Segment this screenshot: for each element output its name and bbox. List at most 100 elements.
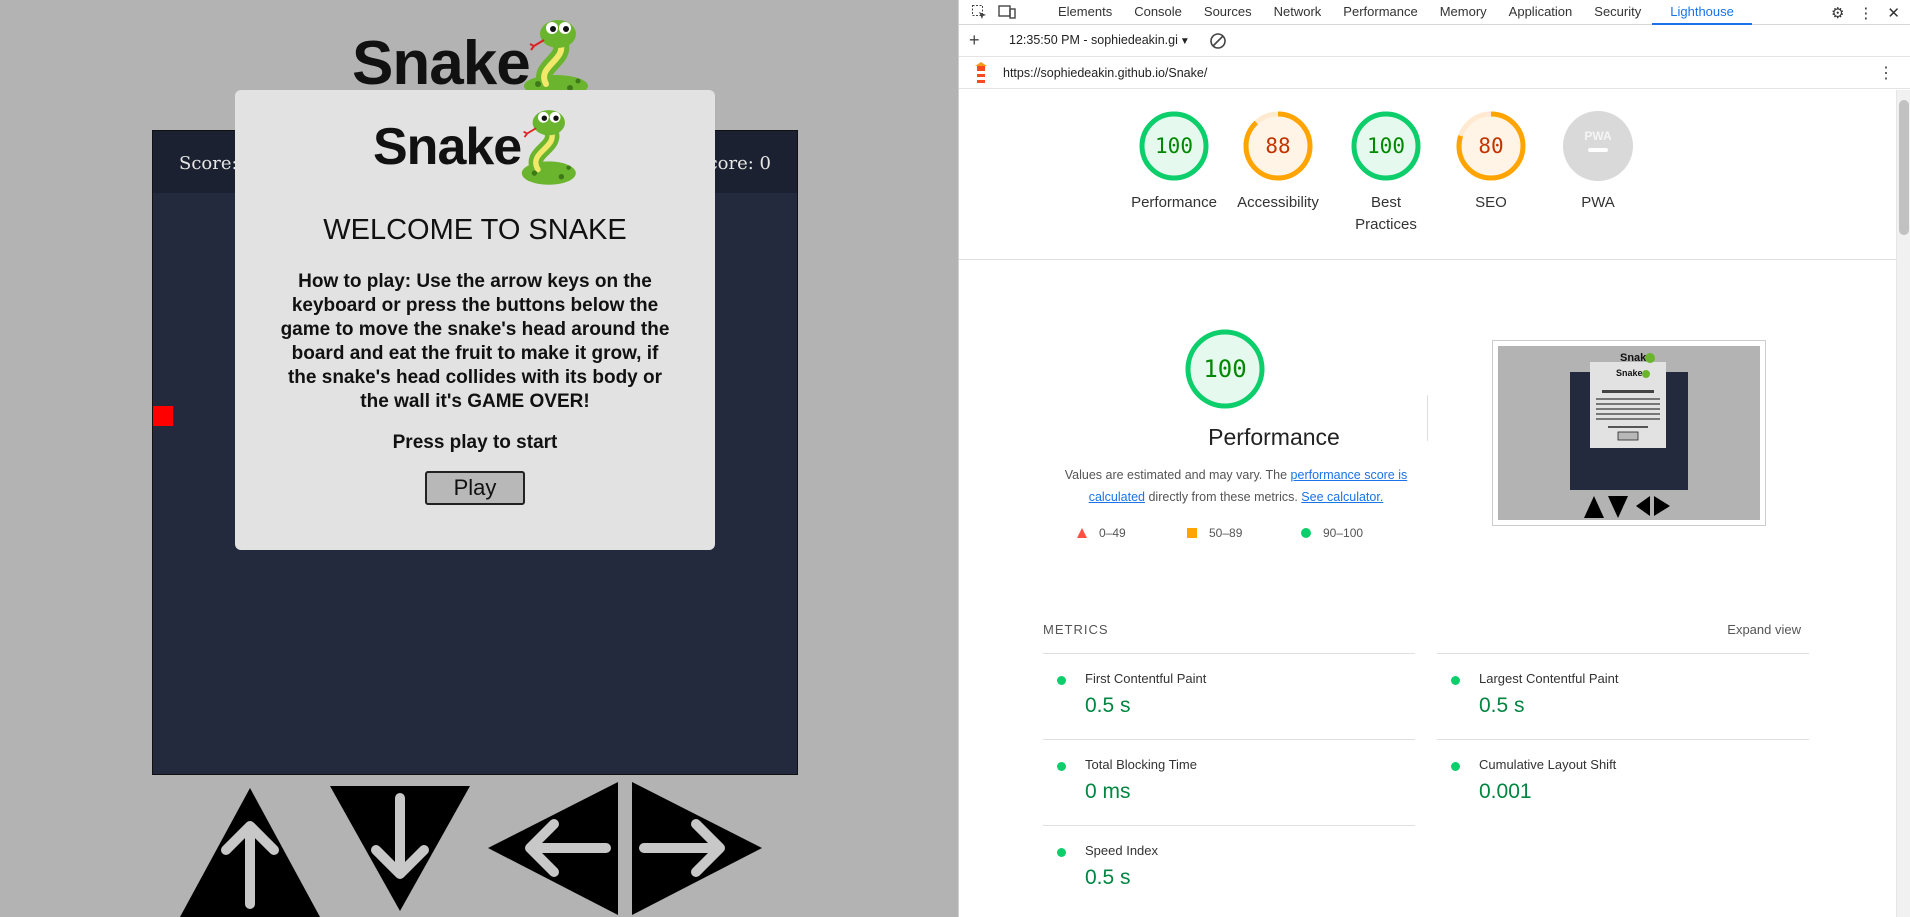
tab-performance[interactable]: Performance bbox=[1332, 0, 1428, 25]
metric-cumulative-layout-shift: Cumulative Layout Shift 0.001 bbox=[1437, 739, 1809, 825]
more-options-icon[interactable]: ⋮ bbox=[1858, 4, 1873, 22]
desc-text: directly from these metrics. bbox=[1145, 490, 1302, 504]
final-screenshot[interactable]: Snake Snake bbox=[1492, 340, 1766, 526]
close-devtools-icon[interactable]: ✕ bbox=[1887, 4, 1900, 22]
gauge-label: Accessibility bbox=[1237, 194, 1319, 211]
metric-speed-index: Speed Index 0.5 s bbox=[1043, 825, 1415, 911]
gauge-label: Performance bbox=[1131, 194, 1217, 211]
gauge-score: 100 bbox=[1367, 134, 1405, 158]
gauge-score: 88 bbox=[1265, 134, 1290, 158]
metric-name: First Contentful Paint bbox=[1085, 671, 1207, 686]
metric-value: 0.5 s bbox=[1085, 694, 1131, 717]
screenshot-image: Snake Snake bbox=[1498, 346, 1760, 520]
metric-name: Largest Contentful Paint bbox=[1479, 671, 1619, 686]
metric-name: Cumulative Layout Shift bbox=[1479, 757, 1617, 772]
screenshot-preview: Snake Snake bbox=[1498, 346, 1760, 520]
performance-title: Performance bbox=[1208, 424, 1340, 450]
modal-instructions: How to play: Use the arrow keys on the k… bbox=[280, 271, 670, 412]
metric-total-blocking-time: Total Blocking Time 0 ms bbox=[1043, 739, 1415, 825]
snake-mascot-icon bbox=[523, 20, 588, 97]
metric-value: 0.5 s bbox=[1085, 866, 1131, 889]
left-arrow-button[interactable] bbox=[486, 780, 618, 917]
pwa-badge-icon: PWA bbox=[1563, 111, 1633, 181]
pass-dot-icon bbox=[1057, 848, 1066, 857]
triangle-icon bbox=[1077, 528, 1087, 538]
gauge-ring: 88 bbox=[1243, 111, 1313, 181]
tab-lighthouse[interactable]: Lighthouse bbox=[1652, 0, 1752, 25]
modal-press-text: Press play to start bbox=[392, 432, 558, 453]
pass-dot-icon bbox=[1451, 676, 1460, 685]
tab-sources[interactable]: Sources bbox=[1193, 0, 1263, 25]
performance-section: 100 Performance Values are estimated and… bbox=[959, 260, 1897, 590]
tab-application[interactable]: Application bbox=[1498, 0, 1584, 25]
report-url-bar: https://sophiedeakin.github.io/Snake/ ⋮ bbox=[959, 57, 1910, 89]
gauge-label: Best Practices bbox=[1355, 194, 1417, 233]
gauge-accessibility[interactable]: 88 Accessibility bbox=[1225, 110, 1331, 214]
gauge-ring: 80 bbox=[1456, 111, 1526, 181]
welcome-modal: Snake WELCOME TO SNAKE How to play: Use … bbox=[235, 90, 715, 550]
modal-logo: Snake bbox=[373, 102, 583, 192]
modal-logo-text: Snake bbox=[373, 118, 522, 176]
metric-value: 0.5 s bbox=[1479, 694, 1525, 717]
gauge-ring: 100 bbox=[1351, 111, 1421, 181]
lighthouse-toolbar: + 12:35:50 PM - sophiedeakin.gi ▼ bbox=[959, 26, 1910, 57]
fruit bbox=[153, 406, 173, 426]
legend-range: 50–89 bbox=[1209, 526, 1243, 540]
performance-gauge: 100 bbox=[1185, 329, 1265, 409]
gauge-label: SEO bbox=[1475, 194, 1507, 211]
metric-name: Speed Index bbox=[1085, 843, 1159, 858]
game-page: Snake Score: 0 High Score: 0 Snake bbox=[0, 0, 958, 917]
device-toolbar-icon[interactable] bbox=[997, 3, 1017, 21]
play-button[interactable]: Play bbox=[425, 471, 525, 505]
gauge-seo[interactable]: 80 SEO bbox=[1438, 110, 1544, 214]
gauge-ring: 100 bbox=[1139, 111, 1209, 181]
gauge-score: 100 bbox=[1155, 134, 1193, 158]
modal-title: WELCOME TO SNAKE bbox=[323, 214, 627, 246]
performance-score: 100 bbox=[1203, 355, 1246, 383]
legend-pass: 90–100 bbox=[1301, 526, 1363, 540]
lighthouse-logo-icon bbox=[975, 62, 987, 83]
divider bbox=[1427, 395, 1428, 441]
tab-security[interactable]: Security bbox=[1583, 0, 1652, 25]
gauge-performance[interactable]: 100 Performance bbox=[1121, 110, 1227, 214]
settings-gear-icon[interactable]: ⚙ bbox=[1831, 4, 1844, 22]
report-url: https://sophiedeakin.github.io/Snake/ bbox=[1003, 66, 1208, 80]
metric-largest-contentful-paint: Largest Contentful Paint 0.5 s bbox=[1437, 653, 1809, 739]
tab-console[interactable]: Console bbox=[1123, 0, 1193, 25]
metric-value: 0 ms bbox=[1085, 780, 1131, 803]
clear-report-icon[interactable] bbox=[1209, 32, 1227, 50]
expand-view-button[interactable]: Expand view bbox=[1727, 622, 1801, 637]
tab-network[interactable]: Network bbox=[1263, 0, 1333, 25]
devtools-panel: Elements Console Sources Network Perform… bbox=[958, 0, 1910, 917]
scrollbar-thumb[interactable] bbox=[1899, 100, 1909, 235]
category-scores: 100 Performance 88 Accessibility 100 Bes… bbox=[959, 90, 1897, 260]
devtools-scrollbar[interactable] bbox=[1896, 90, 1910, 917]
metric-first-contentful-paint: First Contentful Paint 0.5 s bbox=[1043, 653, 1415, 739]
up-arrow-button[interactable] bbox=[178, 786, 322, 917]
tab-memory[interactable]: Memory bbox=[1429, 0, 1498, 25]
metric-value: 0.001 bbox=[1479, 780, 1532, 803]
pass-dot-icon bbox=[1451, 762, 1460, 771]
devtools-actions: ⚙ ⋮ ✕ bbox=[1831, 0, 1900, 25]
metrics-title: METRICS bbox=[1043, 622, 1109, 637]
down-arrow-button[interactable] bbox=[328, 784, 472, 912]
report-menu-icon[interactable]: ⋮ bbox=[1878, 63, 1894, 83]
devtools-tabbar: Elements Console Sources Network Perform… bbox=[959, 0, 1910, 25]
legend-range: 90–100 bbox=[1323, 526, 1364, 540]
report-select-value: 12:35:50 PM - sophiedeakin.gi bbox=[1009, 33, 1178, 47]
snake-mascot-icon bbox=[522, 110, 577, 185]
new-report-icon[interactable]: + bbox=[969, 30, 980, 51]
pass-dot-icon bbox=[1057, 676, 1066, 685]
see-calculator-link[interactable]: See calculator. bbox=[1301, 490, 1383, 504]
inspect-element-icon[interactable] bbox=[969, 3, 989, 21]
tab-elements[interactable]: Elements bbox=[1047, 0, 1123, 25]
legend-range: 0–49 bbox=[1099, 526, 1126, 540]
gauge-label: PWA bbox=[1581, 194, 1615, 211]
performance-description: Values are estimated and may vary. The p… bbox=[1041, 464, 1431, 508]
report-select[interactable]: 12:35:50 PM - sophiedeakin.gi ▼ bbox=[1009, 33, 1190, 47]
gauge-pwa[interactable]: PWA PWA bbox=[1545, 110, 1651, 214]
gauge-best-practices[interactable]: 100 Best Practices bbox=[1333, 110, 1439, 236]
thumb-modal-logo-text: Snake bbox=[1616, 368, 1643, 378]
devtools-tabs: Elements Console Sources Network Perform… bbox=[1047, 0, 1752, 25]
right-arrow-button[interactable] bbox=[632, 780, 764, 917]
